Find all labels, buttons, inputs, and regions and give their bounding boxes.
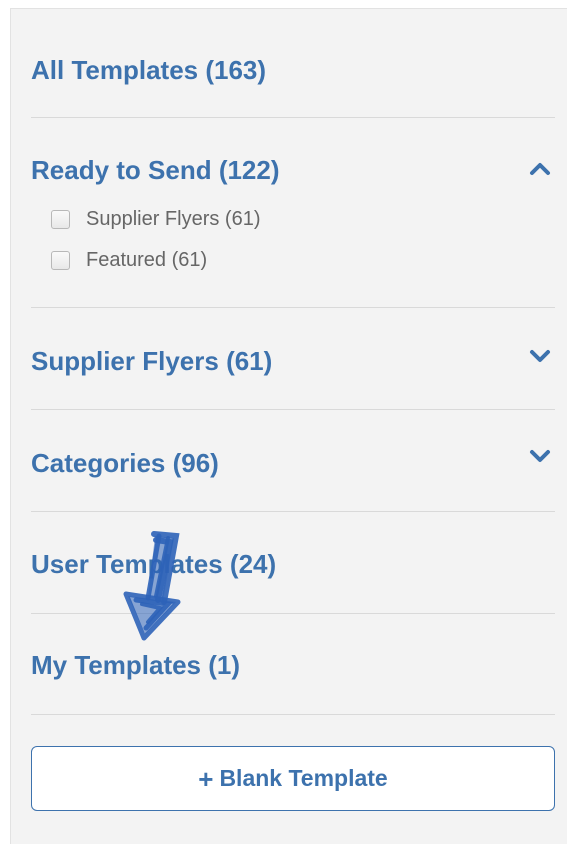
divider bbox=[31, 409, 555, 410]
plus-icon: + bbox=[198, 763, 214, 794]
template-filter-panel: All Templates (163) Ready to Send (122) … bbox=[10, 8, 567, 844]
blank-template-button[interactable]: + Blank Template bbox=[31, 746, 555, 811]
blank-template-label: Blank Template bbox=[219, 765, 388, 791]
filter-option-featured[interactable]: Featured (61) bbox=[51, 248, 207, 272]
supplier-flyers-checkbox[interactable] bbox=[51, 209, 70, 229]
my-templates-link[interactable]: My Templates (1) bbox=[31, 650, 240, 681]
divider bbox=[31, 511, 555, 512]
categories-link[interactable]: Categories (96) bbox=[31, 448, 219, 479]
featured-checkbox[interactable] bbox=[51, 250, 70, 270]
divider bbox=[31, 714, 555, 715]
divider bbox=[31, 613, 555, 614]
chevron-down-icon[interactable] bbox=[527, 343, 553, 369]
user-templates-link[interactable]: User Templates (24) bbox=[31, 549, 276, 580]
filter-option-label: Supplier Flyers (61) bbox=[86, 207, 261, 230]
supplier-flyers-link[interactable]: Supplier Flyers (61) bbox=[31, 346, 272, 377]
all-templates-link[interactable]: All Templates (163) bbox=[31, 55, 266, 86]
chevron-down-icon[interactable] bbox=[527, 443, 553, 469]
chevron-up-icon[interactable] bbox=[527, 155, 553, 181]
divider bbox=[31, 307, 555, 308]
filter-option-supplier-flyers[interactable]: Supplier Flyers (61) bbox=[51, 207, 261, 231]
filter-option-label: Featured (61) bbox=[86, 248, 208, 271]
divider bbox=[31, 117, 555, 118]
ready-to-send-link[interactable]: Ready to Send (122) bbox=[31, 155, 280, 186]
